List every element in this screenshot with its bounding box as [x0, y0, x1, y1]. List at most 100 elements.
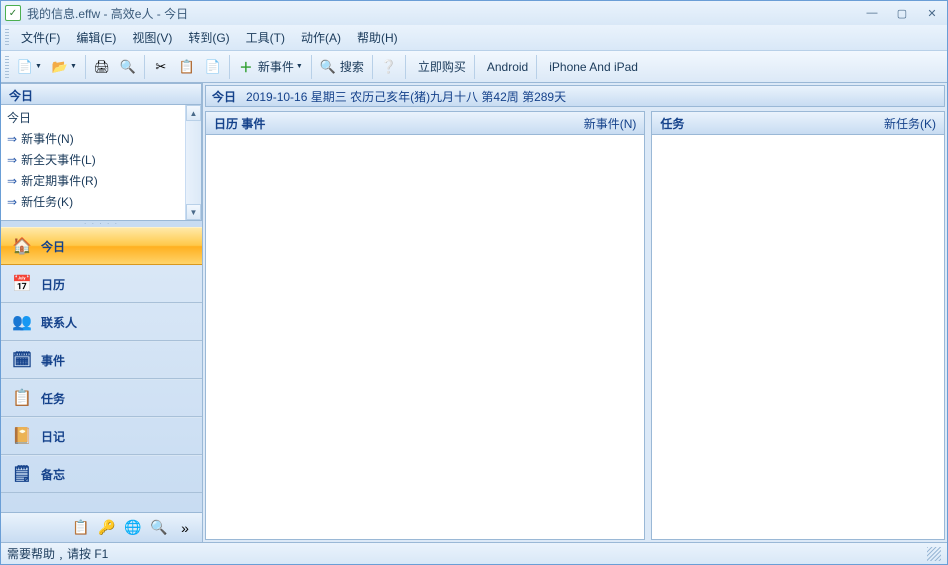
nav-events[interactable]: 🗓事件 — [1, 341, 202, 379]
nav-label: 备忘 — [41, 466, 65, 483]
nav-today[interactable]: 🏠今日 — [1, 227, 202, 265]
scroll-up-button[interactable]: ▲ — [186, 105, 201, 121]
tree-new-event[interactable]: ⇒ 新事件(N) — [1, 128, 185, 149]
statusbar: 需要帮助﹐请按 F1 — [1, 542, 947, 564]
menu-actions[interactable]: 动作(A) — [293, 25, 349, 50]
cut-button[interactable]: ✂ — [149, 55, 173, 79]
search-label: 搜索 — [340, 58, 364, 75]
nav-label: 联系人 — [41, 314, 77, 331]
dropdown-icon: ▼ — [70, 63, 77, 70]
search-button[interactable]: 🔍搜索 — [316, 55, 368, 79]
date-text: 2019-10-16 星期三 农历己亥年(猪)九月十八 第42周 第289天 — [246, 88, 566, 105]
calendar-panel: 日历 事件 新事件(N) — [205, 111, 645, 540]
copy-button[interactable]: 📋 — [175, 55, 199, 79]
nav-label: 日历 — [41, 276, 65, 293]
tree-new-task[interactable]: ⇒ 新任务(K) — [1, 191, 185, 212]
open-button[interactable]: 📂▼ — [48, 55, 81, 79]
nav-label: 事件 — [41, 352, 65, 369]
window-title: 我的信息.effw - 高效e人 - 今日 — [27, 5, 861, 22]
nav-notes[interactable]: 🗒备忘 — [1, 455, 202, 493]
nav-tasks[interactable]: 📋任务 — [1, 379, 202, 417]
menu-help[interactable]: 帮助(H) — [349, 25, 406, 50]
globe-tool-icon[interactable]: 🌐 — [124, 519, 142, 537]
android-button[interactable]: Android — [479, 55, 532, 79]
scroll-down-button[interactable]: ▼ — [186, 204, 201, 220]
nav-label: 今日 — [41, 238, 65, 255]
arrow-icon: ⇒ — [7, 174, 17, 188]
app-icon: ✓ — [5, 5, 21, 21]
status-text: 需要帮助﹐请按 F1 — [7, 545, 108, 562]
help-button[interactable]: ❔ — [377, 55, 401, 79]
buy-now-button[interactable]: 立即购买 — [410, 55, 470, 79]
dropdown-icon: ▼ — [35, 63, 42, 70]
tasks-panel-header: 任务 新任务(K) — [651, 111, 945, 135]
minimize-button[interactable]: — — [861, 5, 883, 21]
resize-grip[interactable] — [927, 547, 941, 561]
panel-title: 任务 — [660, 115, 684, 132]
vertical-scrollbar[interactable]: ▲ ▼ — [185, 105, 201, 220]
print-preview-button[interactable]: 🔍 — [116, 55, 140, 79]
menu-goto[interactable]: 转到(G) — [180, 25, 237, 50]
diary-icon: 📔 — [11, 425, 33, 447]
toolbar-grip[interactable] — [5, 56, 9, 78]
help-icon: ❔ — [381, 59, 397, 75]
arrow-icon: ⇒ — [7, 153, 17, 167]
separator — [229, 55, 230, 79]
tree-item-label: 新事件(N) — [21, 132, 74, 146]
expand-tool-icon[interactable]: » — [176, 519, 194, 537]
nav-contacts[interactable]: 👥 联系人 — [1, 303, 202, 341]
search-tool-icon[interactable]: 🔍 — [150, 519, 168, 537]
new-task-link[interactable]: 新任务(K) — [884, 115, 936, 132]
menu-view[interactable]: 视图(V) — [124, 25, 180, 50]
nav-diary[interactable]: 📔 日记 — [1, 417, 202, 455]
scroll-track[interactable] — [186, 121, 201, 204]
separator — [144, 55, 145, 79]
nav-list: 🏠今日 📅日历 👥 联系人 🗓事件 📋任务 📔 日记 🗒备忘 — [1, 227, 202, 512]
iphone-label: iPhone And iPad — [549, 60, 638, 74]
tree-root[interactable]: 今日 — [1, 107, 185, 128]
menu-file[interactable]: 文件(F) — [13, 25, 68, 50]
calendar-panel-body — [205, 135, 645, 540]
separator — [536, 55, 537, 79]
tree-new-recurring[interactable]: ⇒新定期事件(R) — [1, 170, 185, 191]
new-event-link[interactable]: 新事件(N) — [584, 115, 637, 132]
calendar-panel-header: 日历 事件 新事件(N) — [205, 111, 645, 135]
menu-edit[interactable]: 编辑(E) — [68, 25, 124, 50]
buy-now-label: 立即购买 — [418, 58, 466, 75]
paste-button[interactable]: 📄 — [201, 55, 225, 79]
app-window: ✓ 我的信息.effw - 高效e人 - 今日 — ▢ ✕ 文件(F) 编辑(E… — [0, 0, 948, 565]
arrow-icon: ⇒ — [7, 195, 17, 209]
print-button[interactable]: 🖨 — [90, 55, 114, 79]
new-doc-icon: 📄 — [17, 59, 33, 75]
new-event-label: 新事件 — [258, 58, 294, 75]
toolbar: 📄▼ 📂▼ 🖨 🔍 ✂ 📋 📄 ＋新事件▼ 🔍搜索 ❔ 立即购买 Android… — [1, 51, 947, 83]
nav-calendar[interactable]: 📅日历 — [1, 265, 202, 303]
tree-item-label: 新任务(K) — [21, 195, 73, 209]
close-button[interactable]: ✕ — [921, 5, 943, 21]
maximize-button[interactable]: ▢ — [891, 5, 913, 21]
sidebar-header: 今日 — [1, 83, 202, 105]
main-pane: 今日 2019-10-16 星期三 农历己亥年(猪)九月十八 第42周 第289… — [203, 83, 947, 542]
iphone-button[interactable]: iPhone And iPad — [541, 55, 642, 79]
separator — [405, 55, 406, 79]
plus-icon: ＋ — [238, 59, 254, 75]
clipboard-tool-icon[interactable]: 📋 — [72, 519, 90, 537]
sidebar-toolbar: 📋 🔑 🌐 🔍 » — [1, 512, 202, 542]
nav-label: 日记 — [41, 428, 65, 445]
key-tool-icon[interactable]: 🔑 — [98, 519, 116, 537]
today-label: 今日 — [212, 88, 236, 105]
new-button[interactable]: 📄▼ — [13, 55, 46, 79]
new-event-button[interactable]: ＋新事件▼ — [234, 55, 307, 79]
content-area: 今日 今日 ⇒ 新事件(N) ⇒新全天事件(L) ⇒新定期事件(R) ⇒ 新任务(K… — [1, 83, 947, 542]
menubar-grip[interactable] — [5, 29, 9, 47]
android-label: Android — [487, 60, 528, 74]
tasks-panel: 任务 新任务(K) — [651, 111, 945, 540]
tree-container: 今日 ⇒ 新事件(N) ⇒新全天事件(L) ⇒新定期事件(R) ⇒ 新任务(K) ▲… — [1, 105, 202, 221]
menu-tools[interactable]: 工具(T) — [238, 25, 293, 50]
titlebar: ✓ 我的信息.effw - 高效e人 - 今日 — ▢ ✕ — [1, 1, 947, 25]
arrow-icon: ⇒ — [7, 132, 17, 146]
tree-new-allday[interactable]: ⇒新全天事件(L) — [1, 149, 185, 170]
copy-icon: 📋 — [179, 59, 195, 75]
menubar: 文件(F) 编辑(E) 视图(V) 转到(G) 工具(T) 动作(A) 帮助(H… — [1, 25, 947, 51]
contacts-icon: 👥 — [11, 311, 33, 333]
